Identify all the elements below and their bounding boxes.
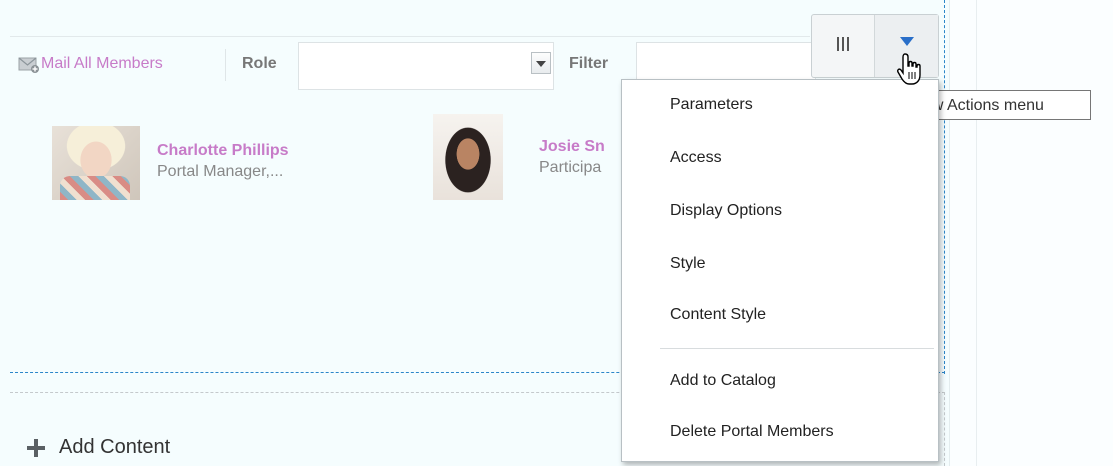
menu-item-add-to-catalog[interactable]: Add to Catalog bbox=[670, 372, 776, 390]
actions-menu: Parameters Access Display Options Style … bbox=[621, 79, 939, 462]
panel-border bbox=[949, 0, 950, 466]
dropdown-triangle-icon bbox=[899, 37, 914, 46]
region-border-dashed bbox=[944, 0, 945, 374]
chevron-down-icon bbox=[536, 54, 546, 72]
menu-item-parameters[interactable]: Parameters bbox=[670, 96, 753, 114]
role-select-arrow[interactable] bbox=[531, 52, 551, 74]
menu-item-display-options[interactable]: Display Options bbox=[670, 202, 782, 220]
role-select[interactable] bbox=[298, 42, 554, 90]
menu-divider bbox=[660, 348, 934, 349]
columns-icon bbox=[836, 36, 850, 57]
panel-border bbox=[976, 0, 977, 466]
mail-all-members-label: Mail All Members bbox=[41, 55, 163, 72]
menu-item-content-style[interactable]: Content Style bbox=[670, 306, 766, 324]
right-panel bbox=[949, 0, 1113, 466]
divider bbox=[10, 36, 810, 37]
add-content-label: Add Content bbox=[59, 436, 171, 458]
avatar-detail bbox=[60, 176, 130, 200]
menu-item-delete-portal-members[interactable]: Delete Portal Members bbox=[670, 423, 834, 441]
menu-item-access[interactable]: Access bbox=[670, 149, 722, 167]
mail-all-members-link[interactable]: Mail All Members bbox=[18, 52, 163, 76]
mail-all-icon bbox=[18, 56, 39, 73]
toolbar-separator bbox=[225, 49, 226, 81]
avatar[interactable] bbox=[433, 114, 503, 200]
member-name[interactable]: Charlotte Phillips bbox=[157, 142, 289, 160]
add-content-button[interactable]: Add Content bbox=[27, 436, 170, 459]
columns-button[interactable] bbox=[812, 15, 875, 77]
member-role: Portal Manager,... bbox=[157, 163, 284, 180]
role-label: Role bbox=[242, 55, 277, 72]
menu-item-style[interactable]: Style bbox=[670, 255, 706, 273]
hand-pointer-icon bbox=[896, 52, 926, 88]
plus-icon bbox=[27, 438, 45, 457]
member-name[interactable]: Josie Sn bbox=[539, 138, 605, 156]
filter-label: Filter bbox=[569, 55, 609, 72]
drop-zone-border bbox=[944, 392, 945, 466]
member-role: Participa bbox=[539, 159, 602, 176]
